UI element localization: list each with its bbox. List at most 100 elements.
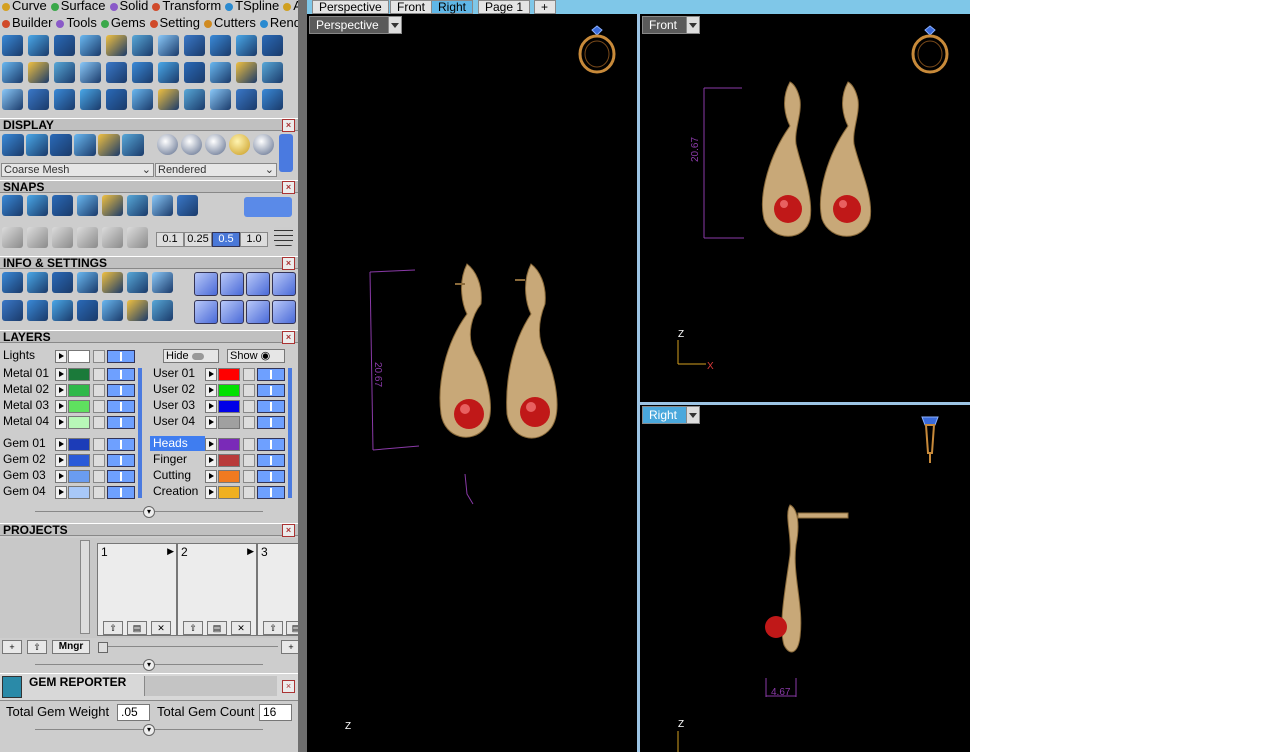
delete-icon[interactable]: ✕ xyxy=(231,621,251,635)
display-toggle-icon[interactable] xyxy=(279,134,293,172)
front-viewport[interactable]: Front 20.67 Z X xyxy=(640,14,970,402)
right-viewport[interactable]: Right 4.67 Z xyxy=(640,405,970,752)
layer-color-swatch[interactable] xyxy=(68,454,90,467)
info-tool-0-0-icon[interactable] xyxy=(2,272,23,293)
expand-arrow-icon[interactable] xyxy=(55,486,67,499)
tool-0-10-icon[interactable] xyxy=(262,35,283,56)
snap-option-4-icon[interactable] xyxy=(102,227,123,248)
tool-0-4-icon[interactable] xyxy=(106,35,127,56)
layer-row-cutting[interactable]: Cutting xyxy=(150,468,290,483)
info-tool-0-3-icon[interactable] xyxy=(77,272,98,293)
info-setting-1-1-icon[interactable] xyxy=(220,300,244,324)
visibility-toggle[interactable] xyxy=(107,416,135,429)
mesh-quality-select[interactable]: Coarse Mesh ⌄ xyxy=(1,163,154,177)
layer-row-heads[interactable]: Heads xyxy=(150,436,290,451)
tool-2-0-icon[interactable] xyxy=(2,89,23,110)
layer-row-finger[interactable]: Finger xyxy=(150,452,290,467)
grid-icon[interactable] xyxy=(274,227,293,246)
info-setting-0-2-icon[interactable] xyxy=(246,272,270,296)
info-tool-1-0-icon[interactable] xyxy=(2,300,23,321)
close-info-icon[interactable]: × xyxy=(282,257,295,270)
display-mode-0-4-icon[interactable] xyxy=(98,134,120,156)
expand-arrow-icon[interactable] xyxy=(55,438,67,451)
snap-value-0-25[interactable]: 0.25 xyxy=(184,232,212,247)
info-tool-1-4-icon[interactable] xyxy=(102,300,123,321)
layer-color-swatch[interactable] xyxy=(68,416,90,429)
manager-button[interactable]: Mngr xyxy=(52,640,90,654)
tool-0-9-icon[interactable] xyxy=(236,35,257,56)
menu-item-gems[interactable]: Gems xyxy=(100,15,146,30)
tool-0-5-icon[interactable] xyxy=(132,35,153,56)
expand-arrow-icon[interactable] xyxy=(55,400,67,413)
tool-1-8-icon[interactable] xyxy=(210,62,231,83)
lock-icon[interactable] xyxy=(93,350,105,363)
lock-icon[interactable] xyxy=(243,470,255,483)
tool-1-0-icon[interactable] xyxy=(2,62,23,83)
layers-scrollbar[interactable] xyxy=(138,368,142,498)
close-gem-reporter-icon[interactable]: × xyxy=(282,680,295,693)
display-mode-0-2-icon[interactable] xyxy=(50,134,72,156)
tool-2-2-icon[interactable] xyxy=(54,89,75,110)
projects-slider-track[interactable] xyxy=(98,646,278,647)
expand-arrow-icon[interactable] xyxy=(205,438,217,451)
visibility-toggle[interactable] xyxy=(107,400,135,413)
snap-mode-0-1-icon[interactable] xyxy=(27,195,48,216)
expand-arrow-icon[interactable] xyxy=(205,486,217,499)
save-icon[interactable]: ▤ xyxy=(207,621,227,635)
info-setting-1-0-icon[interactable] xyxy=(194,300,218,324)
visibility-toggle[interactable] xyxy=(257,368,285,381)
layer-row-user-03[interactable]: User 03 xyxy=(150,398,290,413)
add-project-icon[interactable]: + xyxy=(2,640,22,654)
layer-color-swatch[interactable] xyxy=(68,438,90,451)
layer-color-swatch[interactable] xyxy=(68,470,90,483)
material-sphere-4-icon[interactable] xyxy=(253,134,274,155)
expand-arrow-icon[interactable] xyxy=(55,384,67,397)
tool-0-1-icon[interactable] xyxy=(28,35,49,56)
tool-1-6-icon[interactable] xyxy=(158,62,179,83)
lock-icon[interactable] xyxy=(243,400,255,413)
menu-item-curve[interactable]: Curve xyxy=(2,0,47,13)
snap-option-0-icon[interactable] xyxy=(2,227,23,248)
lock-icon[interactable] xyxy=(243,438,255,451)
tool-0-7-icon[interactable] xyxy=(184,35,205,56)
visibility-toggle[interactable] xyxy=(107,368,135,381)
visibility-toggle[interactable] xyxy=(257,486,285,499)
lock-icon[interactable] xyxy=(243,486,255,499)
expand-arrow-icon[interactable] xyxy=(205,470,217,483)
play-arrow-icon[interactable]: ▶ xyxy=(167,546,174,557)
visibility-toggle[interactable] xyxy=(257,470,285,483)
info-tool-0-4-icon[interactable] xyxy=(102,272,123,293)
tool-0-3-icon[interactable] xyxy=(80,35,101,56)
hide-button[interactable]: Hide xyxy=(163,349,219,363)
info-tool-1-3-icon[interactable] xyxy=(77,300,98,321)
tool-1-9-icon[interactable] xyxy=(236,62,257,83)
visibility-toggle[interactable] xyxy=(257,400,285,413)
layer-color-swatch[interactable] xyxy=(68,486,90,499)
snap-mode-0-2-icon[interactable] xyxy=(52,195,73,216)
snap-grid-toggle-icon[interactable] xyxy=(244,197,292,217)
info-tool-0-6-icon[interactable] xyxy=(152,272,173,293)
material-sphere-3-icon[interactable] xyxy=(229,134,250,155)
menu-item-builder[interactable]: Builder xyxy=(2,15,52,30)
menu-item-tspline[interactable]: TSpline xyxy=(225,0,279,13)
snap-option-5-icon[interactable] xyxy=(127,227,148,248)
visibility-toggle[interactable] xyxy=(257,384,285,397)
layer-row-metal-02[interactable]: Metal 02 xyxy=(0,382,140,397)
expand-arrow-icon[interactable] xyxy=(205,400,217,413)
expand-arrow-icon[interactable] xyxy=(205,416,217,429)
expand-arrow-icon[interactable] xyxy=(55,350,67,363)
snap-mode-0-0-icon[interactable] xyxy=(2,195,23,216)
lock-icon[interactable] xyxy=(93,438,105,451)
visibility-toggle[interactable] xyxy=(107,470,135,483)
collapse-arrow-icon[interactable]: ▾ xyxy=(143,659,155,671)
lock-icon[interactable] xyxy=(93,416,105,429)
tool-1-7-icon[interactable] xyxy=(184,62,205,83)
layer-row-gem-04[interactable]: Gem 04 xyxy=(0,484,140,499)
info-setting-1-2-icon[interactable] xyxy=(246,300,270,324)
visibility-toggle[interactable] xyxy=(257,438,285,451)
panel-splitter[interactable] xyxy=(298,0,307,752)
layer-color-swatch[interactable] xyxy=(68,384,90,397)
tool-1-5-icon[interactable] xyxy=(132,62,153,83)
snap-mode-0-7-icon[interactable] xyxy=(177,195,198,216)
tool-0-8-icon[interactable] xyxy=(210,35,231,56)
